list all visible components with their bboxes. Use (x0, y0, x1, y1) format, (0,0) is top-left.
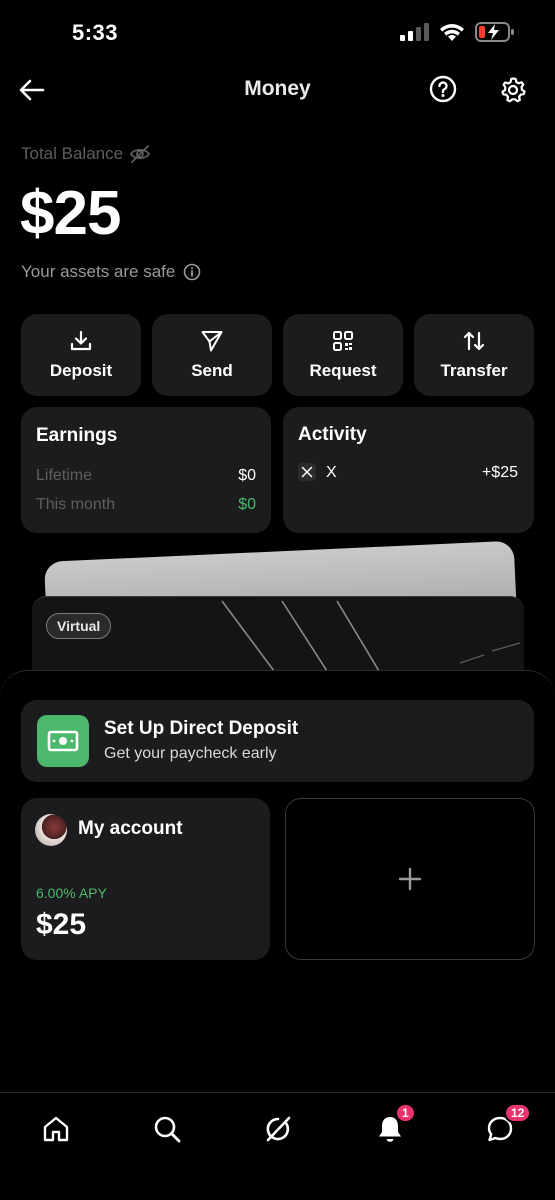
banknote-icon (47, 730, 79, 752)
deposit-button[interactable]: Deposit (21, 314, 141, 396)
virtual-badge: Virtual (46, 613, 112, 639)
transfer-label: Transfer (440, 361, 508, 380)
send-label: Send (191, 361, 233, 380)
page-title: Money (244, 77, 311, 100)
status-bar: 5:33 (0, 0, 555, 66)
send-icon (201, 331, 223, 352)
add-account-button[interactable] (285, 798, 535, 960)
gear-icon (501, 77, 526, 103)
plus-icon (398, 867, 422, 891)
x-logo-icon (298, 463, 316, 481)
direct-deposit-subtitle: Get your paycheck early (104, 745, 277, 762)
deposit-label: Deposit (49, 361, 113, 380)
status-icons (399, 22, 515, 42)
wifi-icon (440, 23, 464, 41)
this-month-value: $0 (238, 496, 256, 513)
tab-home[interactable] (36, 1109, 76, 1149)
back-button[interactable] (16, 74, 48, 106)
activity-item-name: X (326, 464, 337, 481)
cellular-signal-icon (400, 23, 429, 41)
notifications-badge: 1 (395, 1103, 416, 1123)
earnings-title: Earnings (36, 425, 118, 446)
tab-grok[interactable] (258, 1109, 298, 1149)
tab-bar: 1 12 (0, 1092, 555, 1200)
battery-charging-icon (475, 22, 514, 42)
settings-button[interactable] (497, 74, 529, 106)
qr-code-icon (333, 331, 353, 351)
x-glyph-icon (301, 466, 313, 478)
earnings-card[interactable]: Earnings Lifetime $0 This month $0 (21, 407, 271, 533)
direct-deposit-banner[interactable]: Set Up Direct Deposit Get your paycheck … (21, 700, 534, 782)
activity-card[interactable]: Activity X +$25 (283, 407, 534, 533)
arrow-left-icon (19, 79, 45, 101)
home-icon (43, 1116, 69, 1142)
this-month-label: This month (36, 496, 116, 513)
question-circle-icon (429, 75, 457, 103)
messages-badge: 12 (504, 1103, 532, 1123)
avatar (35, 814, 67, 846)
transfer-arrows-icon (463, 331, 485, 351)
assets-safe-text: Your assets are safe (21, 262, 176, 281)
search-icon (154, 1116, 181, 1143)
assets-safe-notice: Your assets are safe (21, 262, 201, 282)
direct-deposit-title: Set Up Direct Deposit (104, 718, 299, 739)
activity-item-amount: +$25 (481, 464, 518, 481)
request-label: Request (309, 361, 377, 380)
lifetime-value: $0 (238, 467, 256, 484)
transfer-button[interactable]: Transfer (414, 314, 534, 396)
tab-search[interactable] (147, 1109, 187, 1149)
grok-slash-icon (266, 1116, 291, 1142)
status-time: 5:33 (72, 20, 119, 45)
download-icon (70, 330, 92, 351)
help-button[interactable] (428, 74, 458, 104)
total-balance-label: Total Balance (21, 144, 151, 164)
total-balance-text: Total Balance (21, 144, 124, 163)
total-balance-amount: $25 (20, 179, 121, 248)
account-apy: 6.00% APY (36, 885, 107, 901)
activity-title: Activity (298, 424, 367, 445)
account-title: My account (78, 818, 183, 839)
send-button[interactable]: Send (152, 314, 272, 396)
cash-icon (37, 715, 89, 767)
header: Money (0, 66, 555, 114)
eye-slash-icon[interactable] (129, 145, 151, 163)
lifetime-label: Lifetime (36, 467, 93, 484)
info-icon[interactable] (183, 263, 201, 281)
account-balance: $25 (36, 908, 87, 941)
request-button[interactable]: Request (283, 314, 403, 396)
my-account-card[interactable]: My account 6.00% APY $25 (21, 798, 270, 960)
